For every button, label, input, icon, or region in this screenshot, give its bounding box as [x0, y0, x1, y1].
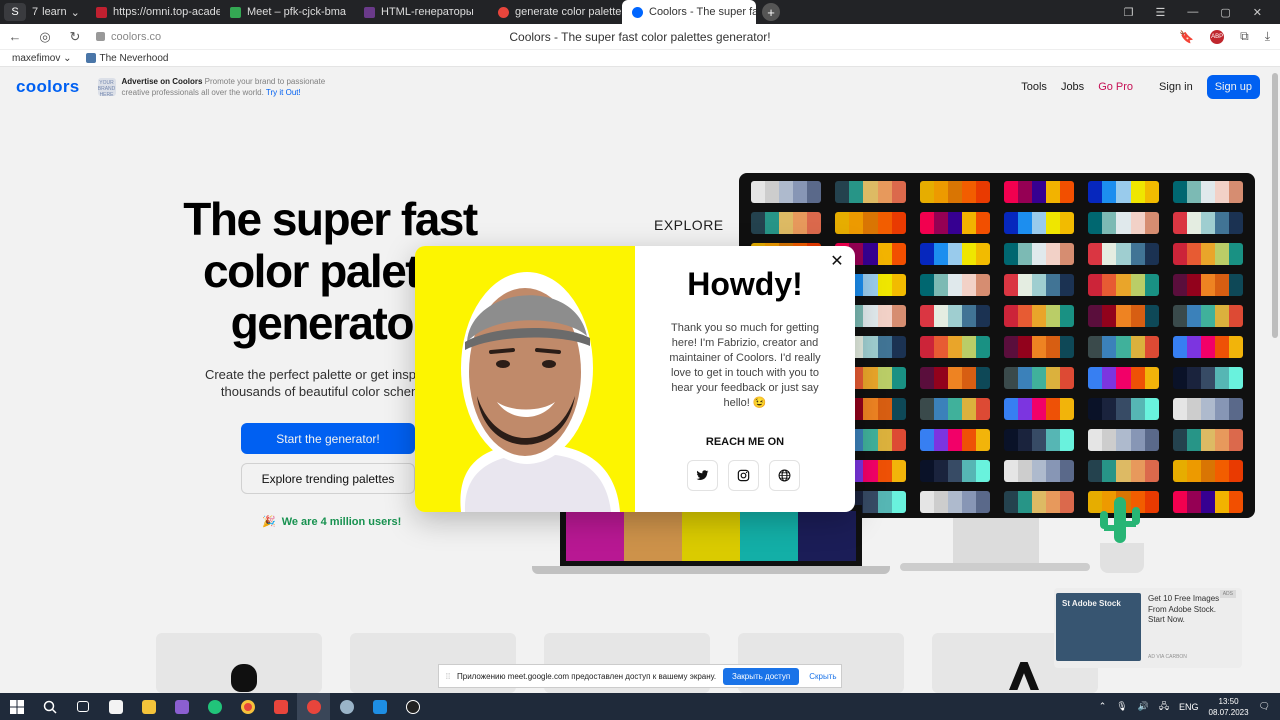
yandex-icon — [498, 6, 509, 18]
lock-icon — [96, 32, 105, 41]
tab-generate-palette[interactable]: generate color palette — — [488, 0, 622, 24]
howdy-modal: ✕ Howdy! Thank you so much for getting h… — [415, 246, 855, 512]
modal-message: Thank you so much for getting here! I'm … — [669, 322, 821, 409]
share-banner-text: Приложению meet.google.com предоставлен … — [457, 671, 717, 681]
favicon-icon — [364, 6, 375, 18]
globe-icon — [778, 469, 791, 482]
url-field[interactable]: coolors.co — [96, 31, 161, 43]
chevron-down-icon: ⌄ — [70, 6, 80, 19]
modal-heading: Howdy! — [687, 266, 803, 302]
notifications-icon[interactable]: 🗨 — [1259, 701, 1270, 712]
chrome-icon[interactable] — [231, 693, 264, 720]
address-bar: ← ◎ ↻ coolors.co Coolors - The super fas… — [0, 24, 1280, 50]
page-scrollbar[interactable] — [1270, 67, 1280, 693]
tab-meet[interactable]: Meet – pfk-cjck-bma — [220, 0, 354, 24]
reload-icon[interactable]: ↻ — [60, 29, 90, 45]
instagram-button[interactable] — [728, 460, 759, 491]
yandex-icon[interactable] — [264, 693, 297, 720]
yandex-browser-icon[interactable] — [297, 693, 330, 720]
vk-icon — [85, 53, 96, 63]
network-icon[interactable]: 🖧 — [1159, 699, 1169, 715]
bookmark-neverhood[interactable]: The Neverhood — [85, 52, 169, 64]
social-links — [687, 460, 800, 491]
reach-me-label: REACH ME ON — [705, 436, 785, 448]
tab-counter: 7 — [32, 6, 39, 18]
tab-label: learn — [42, 6, 67, 18]
tab-learn[interactable]: 7 learn ⌄ — [26, 0, 86, 24]
collections-icon[interactable]: ⧉ — [1240, 29, 1249, 44]
adblock-icon[interactable]: ABP — [1210, 29, 1225, 44]
instagram-icon — [737, 469, 750, 482]
bookmarks-bar: maxefimov ⌄ The Neverhood — [0, 50, 1280, 67]
bookmark-icon[interactable]: 🔖 — [1179, 30, 1194, 44]
system-tray: ⌃ 🎙 🔊 🖧 ENG 13:50 08.07.2023 🗨 — [1099, 696, 1280, 718]
tab-html-generators[interactable]: HTML-генераторы — [354, 0, 488, 24]
obs-icon[interactable] — [396, 693, 429, 720]
new-tab-button[interactable]: + — [762, 3, 780, 21]
search-icon[interactable] — [33, 693, 66, 720]
microphone-icon[interactable]: 🎙 — [1116, 701, 1127, 712]
tab-label: https://omni.top-academy — [113, 6, 220, 18]
favicon-icon — [96, 6, 107, 18]
download-icon[interactable]: ⤓ — [1265, 29, 1270, 44]
clock[interactable]: 13:50 08.07.2023 — [1209, 696, 1249, 718]
stop-sharing-button[interactable]: Закрыть доступ — [723, 667, 800, 685]
app-icon[interactable] — [330, 693, 363, 720]
meet-icon — [230, 6, 241, 18]
browser-menu-icon[interactable]: S — [4, 3, 26, 21]
tab-coolors[interactable]: Coolors - The super fas ✕ — [622, 0, 756, 24]
drag-handle-icon[interactable]: ⁞⁞ — [443, 672, 453, 681]
browser-tab-bar: S 7 learn ⌄ https://omni.top-academy Mee… — [0, 0, 1280, 24]
creator-portrait-icon — [460, 272, 620, 512]
screen-share-banner: ⁞⁞ Приложению meet.google.com предоставл… — [438, 664, 842, 688]
close-window-icon[interactable]: ✕ — [1253, 6, 1262, 19]
creator-photo — [415, 246, 635, 512]
tab-label: Coolors - The super fas — [649, 6, 756, 18]
website-button[interactable] — [769, 460, 800, 491]
tab-omni[interactable]: https://omni.top-academy — [86, 0, 220, 24]
protect-icon[interactable]: ◎ — [30, 29, 60, 45]
window-controls: ❐ ☰ — ▢ ✕ — [1124, 6, 1280, 19]
coolors-favicon-icon — [632, 6, 643, 18]
explorer-icon[interactable] — [132, 693, 165, 720]
tab-label: generate color palette — — [515, 6, 622, 18]
clock-date: 08.07.2023 — [1208, 707, 1249, 717]
bookmark-label: The Neverhood — [99, 52, 169, 64]
windows-logo-icon — [9, 699, 24, 714]
tab-label: HTML-генераторы — [381, 6, 474, 18]
scrollbar-thumb[interactable] — [1272, 73, 1278, 338]
page-title: Coolors - The super fast color palettes … — [509, 29, 771, 44]
twitter-icon — [696, 470, 709, 480]
start-button[interactable] — [0, 693, 33, 720]
clock-time: 13:50 — [1218, 696, 1239, 706]
pycharm-icon[interactable] — [198, 693, 231, 720]
minimize-icon[interactable]: — — [1187, 6, 1198, 19]
volume-icon[interactable]: 🔊 — [1138, 701, 1149, 712]
task-view-icon[interactable] — [66, 693, 99, 720]
menu-icon[interactable]: ☰ — [1156, 6, 1166, 19]
visual-studio-icon[interactable] — [165, 693, 198, 720]
tabs-icon[interactable]: ❐ — [1124, 6, 1134, 19]
twitter-button[interactable] — [687, 460, 718, 491]
tab-label: Meet – pfk-cjck-bma — [247, 6, 347, 18]
windows-taskbar: ⌃ 🎙 🔊 🖧 ENG 13:50 08.07.2023 🗨 — [0, 693, 1280, 720]
bookmark-maxefimov[interactable]: maxefimov ⌄ — [12, 53, 72, 64]
store-icon[interactable] — [99, 693, 132, 720]
maximize-icon[interactable]: ▢ — [1220, 6, 1230, 19]
url-text: coolors.co — [111, 30, 162, 43]
hide-banner-link[interactable]: Скрыть — [809, 672, 836, 681]
back-icon[interactable]: ← — [0, 29, 30, 44]
language-indicator[interactable]: ENG — [1179, 702, 1199, 712]
tray-chevron-icon[interactable]: ⌃ — [1099, 701, 1107, 712]
vscode-icon[interactable] — [363, 693, 396, 720]
